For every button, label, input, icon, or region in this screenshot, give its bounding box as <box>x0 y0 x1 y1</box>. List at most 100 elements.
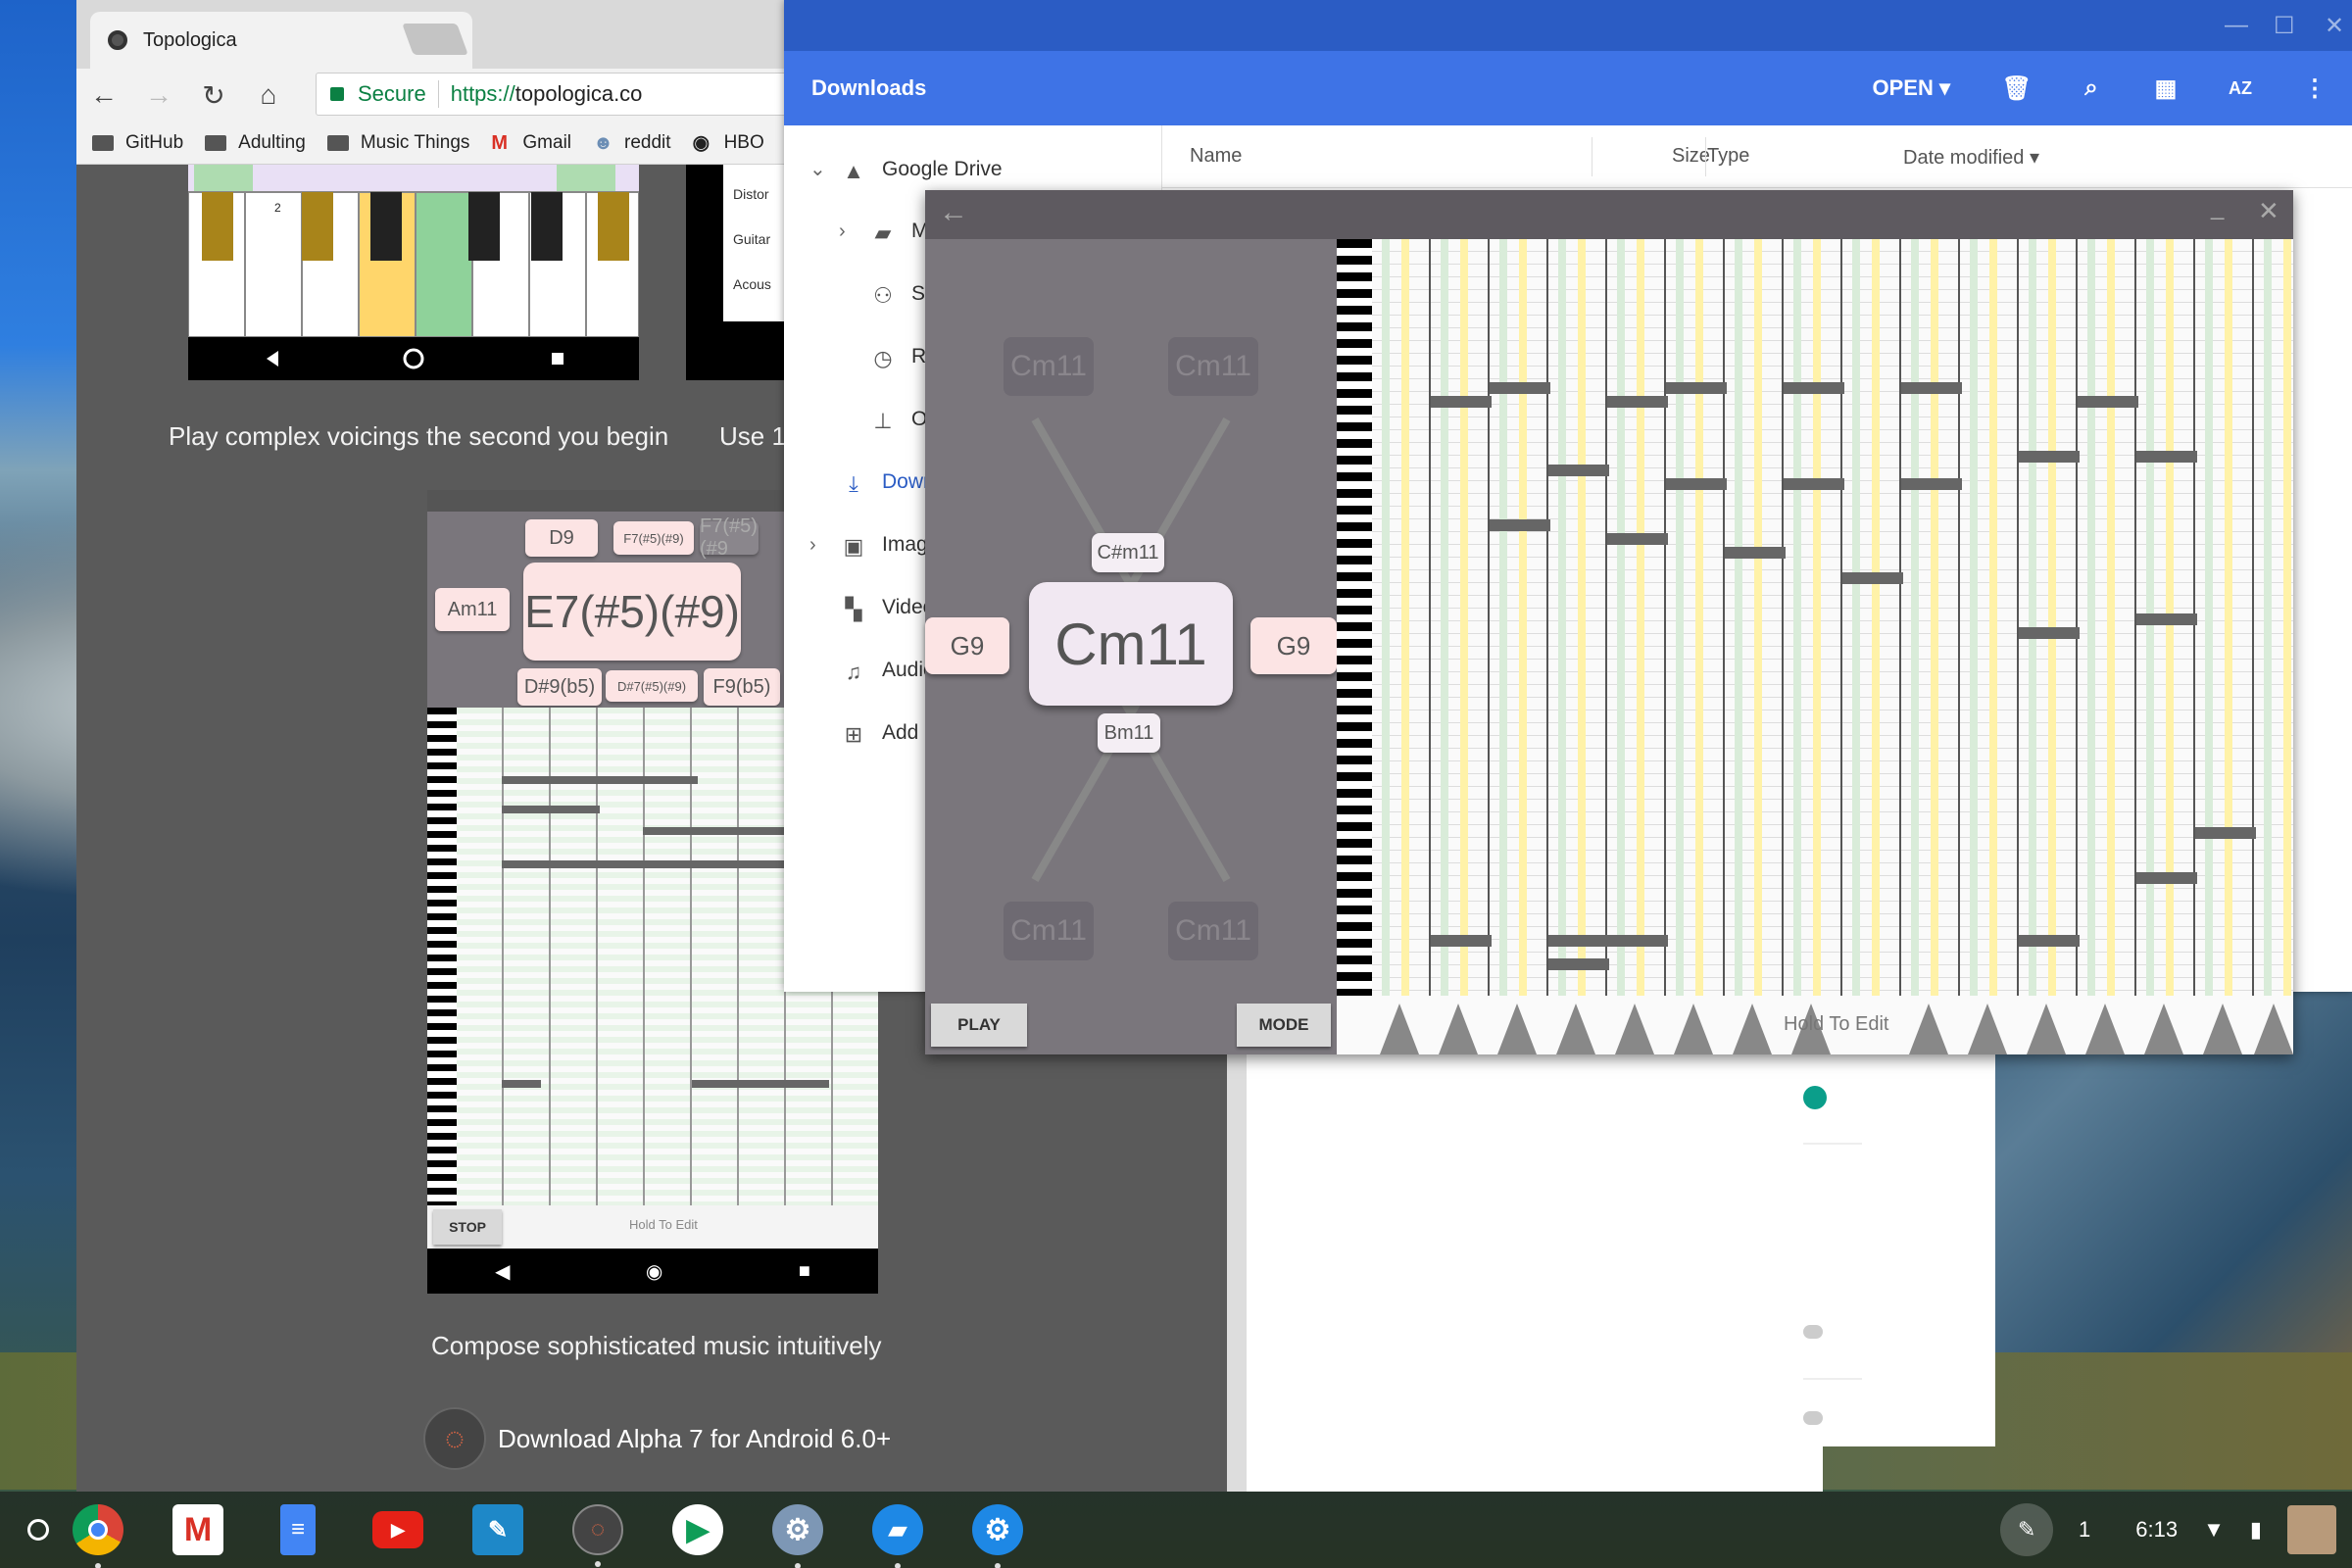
delete-icon[interactable]: 🗑 <box>1980 74 2054 103</box>
chord-corner-bottom-right[interactable]: Cm11 <box>1168 902 1258 960</box>
topologica-icon[interactable]: ◌ <box>572 1504 623 1567</box>
minimize-icon[interactable]: _ <box>2211 194 2224 221</box>
chord-center[interactable]: Cm11 <box>1029 582 1233 706</box>
column-type[interactable]: Type <box>1707 145 1749 168</box>
people-icon: ⚇ <box>873 283 893 308</box>
chord-center[interactable]: E7(#5)(#9) <box>523 563 741 661</box>
close-icon[interactable]: ✕ <box>2258 196 2279 226</box>
bookmark-music-things[interactable]: Music Things <box>326 131 470 154</box>
reload-icon[interactable]: ↻ <box>186 79 241 112</box>
play-button[interactable]: PLAY <box>931 1004 1027 1047</box>
search-icon[interactable]: ⌕ <box>2054 74 2129 102</box>
phone-piano-roll-keys <box>427 708 457 1205</box>
download-link[interactable]: ◌ Download Alpha 7 for Android 6.0+ <box>423 1407 891 1470</box>
chord-top[interactable]: D9 <box>525 519 598 557</box>
chord-lower[interactable]: Bm11 <box>1098 713 1160 753</box>
pen-app-icon[interactable]: ✎ <box>472 1504 523 1555</box>
open-button[interactable]: OPEN ▾ <box>1872 75 1950 101</box>
toggle-off-icon[interactable] <box>1803 1325 1823 1339</box>
sort-icon[interactable]: AZ <box>2203 78 2278 99</box>
chord-corner-top-left[interactable]: Cm11 <box>1004 337 1094 396</box>
step-marker <box>2203 1004 2242 1054</box>
chord-bottom-mid[interactable]: D#7(#5)(#9) <box>606 670 698 702</box>
system-shelf: M ≡ ▶ ✎ ◌ ▶ ⚙ ▰ ⚙ ✎ 1 6:13 ▼ ▮ <box>0 1492 2352 1568</box>
divider <box>1803 1143 1862 1145</box>
nav-back-icon[interactable]: ◀ <box>495 1259 510 1284</box>
chord-corner-top-right[interactable]: Cm11 <box>1168 337 1258 396</box>
chord-bottom-right[interactable]: F9(b5) <box>704 668 780 706</box>
maximize-icon[interactable]: ☐ <box>2274 12 2295 40</box>
toggle-off-icon[interactable] <box>1803 1411 1823 1425</box>
more-icon[interactable]: ⋮ <box>2278 74 2352 103</box>
bookmark-gmail[interactable]: M Gmail <box>491 132 571 154</box>
chord-left[interactable]: Am11 <box>435 588 510 631</box>
hold-to-edit-bar[interactable]: Hold To Edit <box>1337 996 2293 1054</box>
chord-topright-faded[interactable]: F7(#5)(#9 <box>700 515 759 560</box>
sidebar-item-videos[interactable]: ▚ Video <box>839 596 935 621</box>
chrome-icon[interactable] <box>73 1504 123 1568</box>
mode-button[interactable]: MODE <box>1237 1004 1331 1047</box>
launcher-icon[interactable] <box>27 1519 49 1541</box>
chord-left[interactable]: G9 <box>925 617 1009 674</box>
chord-corner-bottom-left[interactable]: Cm11 <box>1004 902 1094 960</box>
nav-recents-icon[interactable]: ■ <box>799 1260 810 1283</box>
sidebar-item-my-drive[interactable]: ›▰My <box>839 220 939 245</box>
bookmark-label: Music Things <box>360 131 470 153</box>
folder-icon: ▰ <box>874 220 892 245</box>
open-label: OPEN <box>1872 75 1934 100</box>
bookmark-label: Gmail <box>522 131 572 153</box>
files-icon[interactable]: ▰ <box>872 1504 923 1568</box>
column-date-label: Date modified <box>1903 147 2025 169</box>
phone-hold-bar[interactable]: STOP Hold To Edit <box>427 1205 878 1249</box>
play-store-icon[interactable]: ▶ <box>672 1504 723 1555</box>
tab-title: Topologica <box>143 28 237 51</box>
column-name[interactable]: Name <box>1190 145 1242 168</box>
chord-right[interactable]: G9 <box>1250 617 1337 674</box>
toggle-on-icon[interactable] <box>1803 1086 1827 1109</box>
secure-label: Secure <box>358 81 426 106</box>
sidebar-item-add-new[interactable]: ⊞ Add n <box>839 721 936 747</box>
instrument-menu: Distor Guitar Acous <box>723 165 784 321</box>
bookmark-hbo[interactable]: ◉ HBO <box>693 132 764 154</box>
status-tray[interactable]: ✎ 1 6:13 ▼ ▮ <box>1975 1499 2336 1560</box>
stylus-icon[interactable]: ✎ <box>2000 1503 2054 1556</box>
bookmark-reddit[interactable]: ☻ reddit <box>593 132 671 154</box>
files-titlebar: — ☐ ✕ <box>784 0 2352 51</box>
back-arrow-icon[interactable]: ← <box>939 196 968 229</box>
docs-icon[interactable]: ≡ <box>280 1504 316 1555</box>
grid-view-icon[interactable]: ▦ <box>2129 74 2203 103</box>
gmail-icon[interactable]: M <box>172 1504 223 1555</box>
bookmark-adulting[interactable]: Adulting <box>205 132 306 154</box>
avatar[interactable] <box>2287 1505 2336 1554</box>
close-icon[interactable]: ✕ <box>2325 12 2344 40</box>
home-icon[interactable]: ⌂ <box>241 79 296 111</box>
sidebar-item-google-drive[interactable]: ⌄ ▲ Google Drive <box>809 157 1003 183</box>
back-icon[interactable]: ← <box>76 79 131 111</box>
stop-button[interactable]: STOP <box>433 1209 502 1245</box>
sidebar-item-downloads[interactable]: ⤓ Downl <box>839 470 939 496</box>
chrome-settings-icon[interactable]: ⚙ <box>972 1504 1023 1568</box>
download-text: Download Alpha 7 for Android 6.0+ <box>498 1423 892 1453</box>
chord-upper[interactable]: C#m11 <box>1092 533 1164 572</box>
piano-roll-grid[interactable] <box>1337 239 2293 996</box>
youtube-icon[interactable]: ▶ <box>372 1511 423 1548</box>
gmail-icon: M <box>491 131 509 154</box>
nav-home-icon[interactable]: ◉ <box>646 1259 662 1284</box>
column-date[interactable]: Date modified ▾ <box>1903 145 2039 170</box>
notification-count[interactable]: 1 <box>2079 1517 2090 1543</box>
bookmark-github[interactable]: GitHub <box>92 132 183 154</box>
settings-gear-icon[interactable]: ⚙ <box>772 1504 823 1568</box>
minimize-icon[interactable]: — <box>2225 12 2248 39</box>
caption-compose: Compose sophisticated music intuitively <box>431 1331 882 1360</box>
sidebar-item-offline[interactable]: ⊥ Of <box>868 408 933 433</box>
chord-bottom-left[interactable]: D#9(b5) <box>517 668 602 706</box>
sidebar-item-images[interactable]: › ▣ Image <box>809 533 939 559</box>
forward-icon[interactable]: → <box>131 79 186 111</box>
new-tab-button[interactable] <box>402 24 468 55</box>
clock[interactable]: 6:13 <box>2135 1517 2178 1543</box>
bookmark-label: HBO <box>723 131 764 153</box>
wifi-icon: ▼ <box>2203 1517 2225 1542</box>
step-marker <box>1674 1004 1713 1054</box>
chord-topright[interactable]: F7(#5)(#9) <box>613 521 694 555</box>
sidebar-item-audio[interactable]: ♫ Audio <box>839 659 935 684</box>
